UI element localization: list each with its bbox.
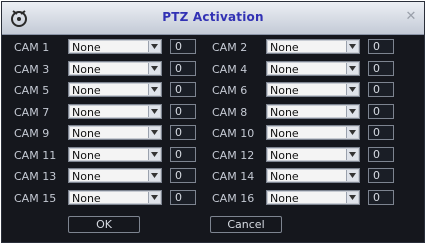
select-value: None — [270, 84, 299, 97]
dialog-title: PTZ Activation — [162, 10, 264, 24]
ptz-address-input[interactable]: 0 — [368, 60, 394, 76]
ptz-protocol-select[interactable]: None — [266, 146, 360, 162]
camera-label: CAM 8 — [212, 105, 248, 119]
camera-label: CAM 11 — [14, 148, 57, 162]
chevron-down-icon[interactable] — [148, 105, 160, 117]
chevron-down-icon[interactable] — [148, 62, 160, 74]
ptz-grid: CAM 1 None 0 CAM 2 None 0 CAM 3 None 0 CAM 4 None 0… — [12, 38, 418, 210]
select-value: None — [72, 191, 101, 205]
ptz-row: CAM 5 None 0 CAM 6 None 0 — [12, 81, 418, 103]
chevron-down-icon[interactable] — [346, 127, 358, 138]
ptz-address-input[interactable]: 0 — [368, 39, 394, 54]
ok-button[interactable]: OK — [68, 216, 140, 233]
ptz-address-input[interactable]: 0 — [368, 103, 394, 119]
camera-label: CAM 3 — [14, 62, 50, 76]
camera-label: CAM 1 — [14, 41, 50, 54]
ptz-protocol-select[interactable]: None — [68, 39, 162, 54]
ptz-protocol-select[interactable]: None — [266, 82, 360, 97]
ptz-address-input[interactable]: 0 — [368, 146, 394, 162]
ptz-protocol-select[interactable]: None — [266, 60, 360, 76]
ptz-address-input[interactable]: 0 — [170, 103, 196, 119]
ptz-protocol-select[interactable]: None — [266, 125, 360, 140]
ptz-address-input[interactable]: 0 — [368, 168, 394, 183]
ptz-row: CAM 7 None 0 CAM 8 None 0 — [12, 103, 418, 125]
select-value: None — [72, 148, 101, 162]
ptz-protocol-select[interactable]: None — [68, 168, 162, 183]
cancel-button[interactable]: Cancel — [210, 216, 282, 233]
chevron-down-icon[interactable] — [346, 62, 358, 74]
select-value: None — [270, 41, 299, 54]
camera-label: CAM 7 — [14, 105, 50, 119]
chevron-down-icon[interactable] — [148, 191, 160, 203]
ptz-row: CAM 1 None 0 CAM 2 None 0 — [12, 38, 418, 60]
chevron-down-icon[interactable] — [346, 170, 358, 181]
ptz-protocol-select[interactable]: None — [266, 39, 360, 54]
chevron-down-icon[interactable] — [346, 84, 358, 95]
chevron-down-icon[interactable] — [148, 84, 160, 95]
chevron-down-icon[interactable] — [148, 148, 160, 160]
select-value: None — [270, 170, 299, 183]
ptz-address-input[interactable]: 0 — [170, 125, 196, 140]
camera-label: CAM 10 — [212, 127, 255, 140]
ptz-address-input[interactable]: 0 — [368, 189, 394, 205]
camera-label: CAM 16 — [212, 191, 255, 205]
chevron-down-icon[interactable] — [148, 127, 160, 138]
ptz-address-input[interactable]: 0 — [170, 39, 196, 54]
select-value: None — [72, 84, 101, 97]
ptz-address-input[interactable]: 0 — [170, 168, 196, 183]
camera-label: CAM 4 — [212, 62, 248, 76]
chevron-down-icon[interactable] — [346, 148, 358, 160]
ptz-address-input[interactable]: 0 — [368, 125, 394, 140]
ptz-address-input[interactable]: 0 — [170, 189, 196, 205]
title-bar: PTZ Activation ✕ — [2, 2, 424, 35]
ptz-address-input[interactable]: 0 — [170, 60, 196, 76]
ptz-activation-dialog: PTZ Activation ✕ CAM 1 None 0 CAM 2 None 0 CAM… — [1, 1, 425, 243]
chevron-down-icon[interactable] — [148, 170, 160, 181]
ptz-row: CAM 9 None 0 CAM 10 None 0 — [12, 124, 418, 146]
ptz-protocol-select[interactable]: None — [68, 103, 162, 119]
ptz-address-input[interactable]: 0 — [170, 82, 196, 97]
select-value: None — [72, 41, 101, 54]
camera-label: CAM 6 — [212, 84, 248, 97]
ptz-protocol-select[interactable]: None — [266, 189, 360, 205]
ptz-protocol-select[interactable]: None — [68, 82, 162, 97]
ptz-row: CAM 13 None 0 CAM 14 None 0 — [12, 167, 418, 189]
select-value: None — [72, 127, 101, 140]
select-value: None — [270, 105, 299, 119]
camera-label: CAM 12 — [212, 148, 255, 162]
select-value: None — [270, 191, 299, 205]
ptz-address-input[interactable]: 0 — [170, 146, 196, 162]
ptz-row: CAM 15 None 0 CAM 16 None 0 — [12, 189, 418, 211]
select-value: None — [72, 105, 101, 119]
select-value: None — [72, 170, 101, 183]
chevron-down-icon[interactable] — [346, 105, 358, 117]
ptz-protocol-select[interactable]: None — [68, 125, 162, 140]
ptz-row: CAM 3 None 0 CAM 4 None 0 — [12, 60, 418, 82]
ptz-protocol-select[interactable]: None — [266, 103, 360, 119]
chevron-down-icon[interactable] — [346, 41, 358, 52]
select-value: None — [270, 62, 299, 76]
camera-label: CAM 2 — [212, 41, 248, 54]
camera-label: CAM 9 — [14, 127, 50, 140]
ptz-protocol-select[interactable]: None — [68, 146, 162, 162]
chevron-down-icon[interactable] — [148, 41, 160, 52]
ptz-protocol-select[interactable]: None — [68, 60, 162, 76]
chevron-down-icon[interactable] — [346, 191, 358, 203]
select-value: None — [270, 148, 299, 162]
camera-label: CAM 5 — [14, 84, 50, 97]
ptz-row: CAM 11 None 0 CAM 12 None 0 — [12, 146, 418, 168]
ptz-protocol-select[interactable]: None — [68, 189, 162, 205]
camera-label: CAM 15 — [14, 191, 57, 205]
close-icon[interactable]: ✕ — [404, 10, 418, 24]
camera-label: CAM 13 — [14, 170, 57, 183]
select-value: None — [72, 62, 101, 76]
ptz-protocol-select[interactable]: None — [266, 168, 360, 183]
select-value: None — [270, 127, 299, 140]
camera-label: CAM 14 — [212, 170, 255, 183]
ptz-address-input[interactable]: 0 — [368, 82, 394, 97]
